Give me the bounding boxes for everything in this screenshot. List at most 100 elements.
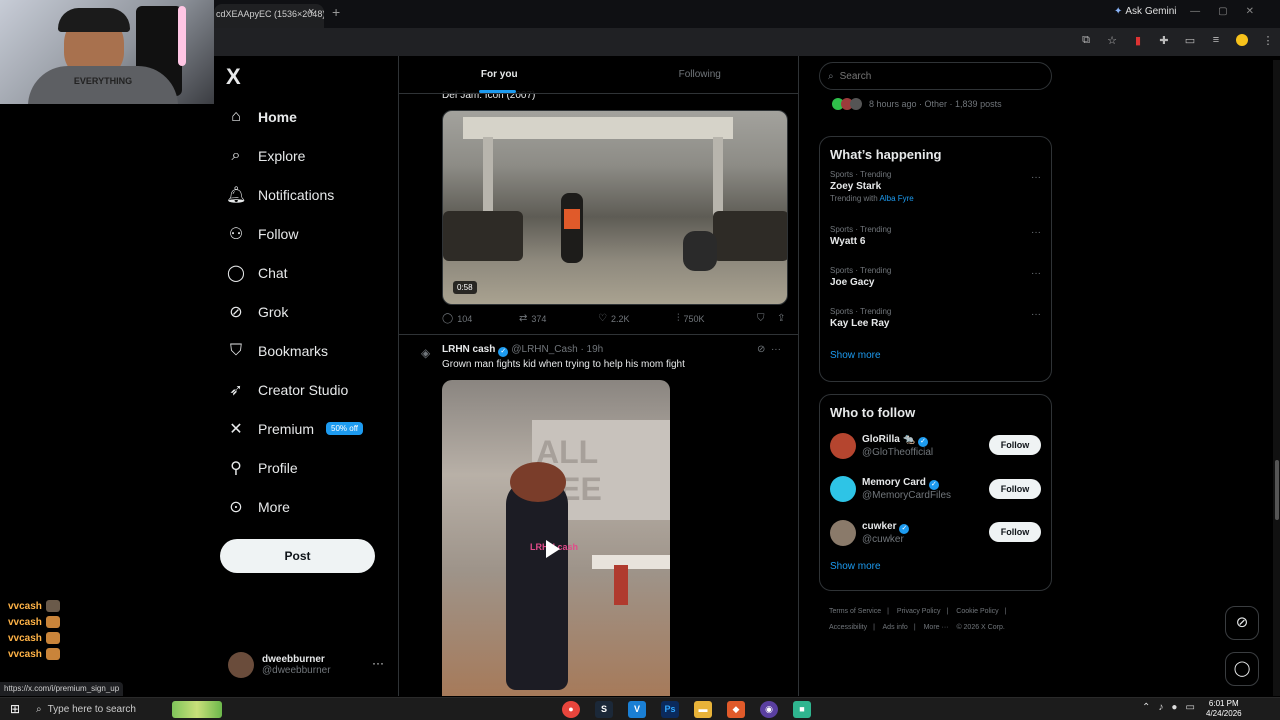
install-icon[interactable]: ⧉ — [1080, 34, 1092, 47]
trend-item[interactable]: Sports · Trending Zoey Stark Trending wi… — [820, 166, 1051, 221]
tab-close-icon[interactable]: × — [308, 6, 314, 18]
more-dots-icon[interactable]: ··· — [771, 344, 781, 355]
timeline-tabs: For you Following — [399, 56, 799, 94]
more-dots-icon[interactable]: ··· — [1031, 227, 1041, 238]
extension-red-icon[interactable]: ▮ — [1132, 34, 1144, 47]
sidebar-icon[interactable]: ▭ — [1184, 34, 1196, 47]
show-more-link[interactable]: Show more — [820, 555, 1051, 582]
chrome-icon[interactable]: ● — [562, 701, 580, 718]
follow-suggestion[interactable]: GloRilla 🐀 ✓ @GloTheofficial Follow — [820, 424, 1051, 468]
webcam-overlay: EVERYTHING — [0, 0, 214, 104]
reply-button[interactable]: ◯ 104 — [442, 313, 519, 324]
ask-gemini-label: Ask Gemini — [1125, 6, 1177, 17]
ask-gemini-button[interactable]: ✦ Ask Gemini — [1114, 6, 1177, 17]
battery-icon[interactable]: ▭ — [1185, 702, 1194, 713]
new-tab-icon[interactable]: + — [332, 4, 340, 20]
repost-button[interactable]: ⇄ 374 — [519, 313, 598, 324]
grok-explain-icon[interactable]: ⊘ — [757, 344, 765, 355]
footer-link[interactable]: Privacy Policy — [897, 608, 941, 615]
page-scrollbar[interactable] — [1273, 60, 1280, 696]
more-dots-icon[interactable]: ··· — [1031, 172, 1041, 183]
follow-button[interactable]: Follow — [989, 435, 1041, 455]
photoshop-icon[interactable]: Ps — [661, 701, 679, 718]
footer-link[interactable]: More ··· — [924, 624, 949, 631]
taskbar-clock[interactable]: 6:01 PM 4/24/2026 — [1206, 699, 1242, 719]
trend-item[interactable]: Sports · Trending Wyatt 6 ··· — [820, 221, 1051, 262]
share-button[interactable]: ⇪ — [777, 313, 785, 324]
chat-username: vvcash — [8, 648, 42, 660]
trend-summary-text: 8 hours ago · Other · 1,839 posts — [869, 99, 1002, 109]
add-person-icon: ⚇ — [228, 225, 244, 243]
scrollbar-thumb[interactable] — [1275, 460, 1279, 520]
footer-link[interactable]: Cookie Policy — [956, 608, 998, 615]
footer-link[interactable]: Terms of Service — [829, 608, 881, 615]
profile-avatar-icon[interactable] — [1236, 34, 1248, 46]
active-app-icon[interactable]: ■ — [793, 701, 811, 718]
post-button[interactable]: Post — [220, 539, 375, 573]
account-switcher[interactable]: dweebburner @dweebburner ··· — [228, 652, 388, 678]
nav-item-profile[interactable]: ⚲ Profile — [226, 448, 386, 487]
trend-summary[interactable]: 8 hours ago · Other · 1,839 posts — [832, 98, 1002, 110]
author-handle[interactable]: @LRHN_Cash — [511, 344, 577, 355]
chevron-up-icon[interactable]: ⌃ — [1142, 702, 1150, 713]
obs-icon[interactable]: ◉ — [760, 701, 778, 718]
media-controls-icon[interactable]: ≡ — [1210, 34, 1222, 47]
trend-with-link[interactable]: Alba Fyre — [880, 194, 914, 203]
follow-suggestion[interactable]: cuwker ✓ @cuwker Follow — [820, 511, 1051, 555]
nav-item-explore[interactable]: ⌕ Explore — [226, 136, 386, 175]
shield-app-icon[interactable]: ◆ — [727, 701, 745, 718]
menu-kebab-icon[interactable]: ⋮ — [1262, 34, 1274, 47]
tab-for-you[interactable]: For you — [399, 56, 600, 93]
chat-emote-icon — [45, 632, 60, 644]
nav-item-creator-studio[interactable]: ➶ Creator Studio — [226, 370, 386, 409]
bookmark-button[interactable]: ⛉ — [757, 313, 777, 324]
search-box[interactable]: ⌕ — [819, 62, 1052, 90]
tweet-video[interactable]: 0:58 — [442, 110, 788, 305]
tweet-video[interactable]: ALL BEE LRHN cash — [442, 380, 670, 696]
more-dots-icon[interactable]: ··· — [372, 656, 384, 670]
search-input[interactable] — [839, 70, 1030, 82]
avatar[interactable]: ◈ — [421, 346, 430, 360]
who-to-follow-card: Who to follow GloRilla 🐀 ✓ @GloTheofficia… — [819, 394, 1052, 591]
play-icon[interactable] — [546, 540, 560, 558]
extensions-puzzle-icon[interactable]: ✚ — [1158, 34, 1170, 47]
steam-icon[interactable]: S — [595, 701, 613, 718]
views-button[interactable]: ⫶ 750K — [677, 313, 757, 324]
microphone-icon[interactable]: ● — [1171, 702, 1177, 713]
more-dots-icon[interactable]: ··· — [1031, 268, 1041, 279]
trend-item[interactable]: Sports · Trending Joe Gacy ··· — [820, 262, 1051, 303]
star-icon[interactable]: ☆ — [1106, 34, 1118, 47]
taskbar-search[interactable]: ⌕ Type here to search — [36, 700, 224, 719]
x-logo-icon[interactable]: X — [226, 64, 241, 90]
streamer-shirt: EVERYTHING — [28, 66, 178, 104]
nav-item-notifications[interactable]: 🔔︎ Notifications — [226, 175, 386, 214]
verified-badge-icon: ✓ — [918, 436, 929, 447]
show-more-link[interactable]: Show more — [820, 344, 1051, 371]
folder-icon[interactable]: ▬ — [694, 701, 712, 718]
nav-item-grok[interactable]: ⊘ Grok — [226, 292, 386, 331]
suggestion-name: Memory Card — [862, 477, 926, 489]
speaker-icon[interactable]: ♪ — [1158, 702, 1163, 713]
messages-float-icon[interactable]: ◯ — [1225, 652, 1259, 686]
nav-item-premium[interactable]: ✕ Premium 50% off — [226, 409, 386, 448]
vscode-icon[interactable]: V — [628, 701, 646, 718]
trend-item[interactable]: Sports · Trending Kay Lee Ray ··· — [820, 303, 1051, 344]
tab-following[interactable]: Following — [600, 56, 799, 93]
nav-item-chat[interactable]: ◯ Chat — [226, 253, 386, 292]
grok-float-icon[interactable]: ⊘ — [1225, 606, 1259, 640]
follow-button[interactable]: Follow — [989, 478, 1041, 499]
footer-link[interactable]: Ads info — [883, 624, 908, 631]
footer-link[interactable]: Accessibility — [829, 624, 867, 631]
restaurant-table — [592, 555, 670, 569]
follow-suggestion[interactable]: Memory Card ✓ @MemoryCardFiles Follow — [820, 468, 1051, 512]
nav-item-home[interactable]: ⌂ Home — [226, 97, 386, 136]
windows-start-icon[interactable]: ⊞ — [10, 702, 20, 716]
nav-item-follow[interactable]: ⚇ Follow — [226, 214, 386, 253]
author-name[interactable]: LRHN cash — [442, 344, 495, 355]
like-button[interactable]: ♡ 2.2K — [598, 313, 677, 324]
follow-button[interactable]: Follow — [989, 522, 1041, 542]
window-controls[interactable]: —▢✕ — [1190, 6, 1272, 17]
more-dots-icon[interactable]: ··· — [1031, 309, 1041, 320]
nav-item-more[interactable]: ⊙ More — [226, 487, 386, 526]
nav-item-bookmarks[interactable]: ⛉ Bookmarks — [226, 331, 386, 370]
